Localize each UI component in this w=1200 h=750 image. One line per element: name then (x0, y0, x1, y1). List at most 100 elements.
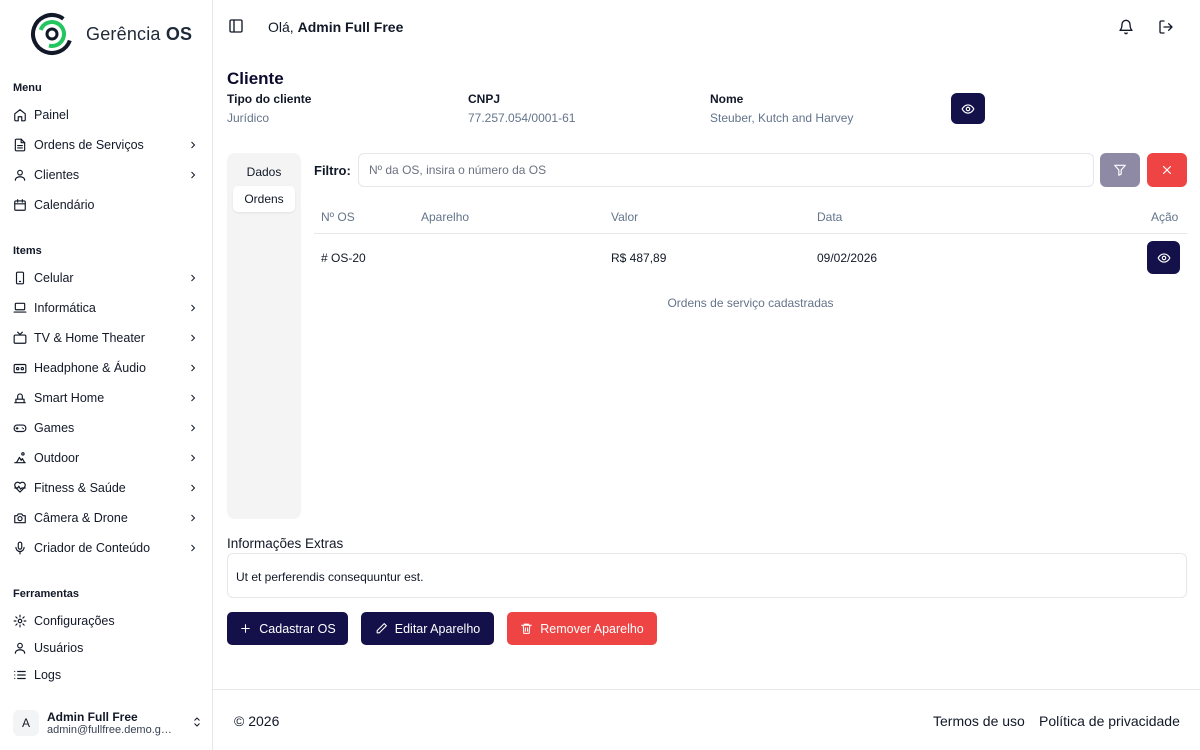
tabs-panel: Dados Ordens (227, 153, 301, 519)
laptop-icon (13, 301, 27, 315)
user-name: Admin Full Free (47, 710, 138, 724)
brand[interactable]: Gerência OS (30, 12, 192, 56)
sidebar-item-label: Games (34, 421, 75, 435)
sidebar-item-label: Celular (34, 271, 74, 285)
heart-pulse-icon (13, 481, 27, 495)
sidebar-item-ordens[interactable]: Ordens de Serviços (13, 133, 199, 157)
sidebar-item-criador[interactable]: Criador de Conteúdo (13, 536, 199, 560)
user-info: Admin Full Free admin@fullfree.demo.ger.… (47, 710, 191, 736)
sidebar-item-painel[interactable]: Painel (13, 103, 199, 127)
tab-ordens[interactable]: Ordens (233, 186, 295, 212)
smartphone-icon (13, 271, 27, 285)
sidebar-item-label: Smart Home (34, 391, 105, 405)
chevron-right-icon (187, 302, 199, 314)
chevron-right-icon (187, 332, 199, 344)
greeting: Olá, Admin Full Free (268, 19, 404, 35)
menu-section-label: Menu (13, 82, 42, 94)
plus-icon (239, 622, 259, 635)
sidebar-item-label: Outdoor (34, 451, 80, 465)
edit-device-button[interactable]: Editar Aparelho (361, 612, 494, 645)
sidebar-item-calendario[interactable]: Calendário (13, 193, 199, 217)
name-label: Nome (710, 92, 744, 106)
view-client-button[interactable] (951, 93, 985, 124)
sidebar-item-camera[interactable]: Câmera & Drone (13, 506, 199, 530)
file-icon (13, 138, 27, 152)
sidebar-item-celular[interactable]: Celular (13, 266, 199, 290)
footer: © 2026 Termos de uso Política de privaci… (213, 689, 1200, 750)
tv-icon (13, 331, 27, 345)
sidebar-item-fitness[interactable]: Fitness & Saúde (13, 476, 199, 500)
chevron-right-icon (187, 542, 199, 554)
terms-link[interactable]: Termos de uso (933, 713, 1025, 729)
calendar-icon (13, 198, 27, 212)
list-icon (13, 668, 27, 682)
sidebar-toggle-icon[interactable] (228, 18, 244, 34)
smart-home-icon (13, 391, 27, 405)
sidebar-item-label: Informática (34, 301, 96, 315)
cnpj-label: CNPJ (468, 92, 501, 106)
name-value: Steuber, Kutch and Harvey (710, 111, 854, 125)
sidebar-item-label: Clientes (34, 168, 80, 182)
sidebar-item-headphone[interactable]: Headphone & Áudio (13, 356, 199, 380)
sidebar-item-clientes[interactable]: Clientes (13, 163, 199, 187)
edit-device-label: Editar Aparelho (394, 621, 481, 636)
filter-icon (1113, 163, 1127, 177)
remove-device-button[interactable]: Remover Aparelho (507, 612, 657, 645)
remove-device-label: Remover Aparelho (540, 621, 644, 636)
page-title: Cliente (227, 69, 284, 88)
logout-icon[interactable] (1158, 19, 1174, 35)
create-os-button[interactable]: Cadastrar OS (227, 612, 348, 645)
search-input[interactable] (358, 153, 1094, 187)
column-header-value: Valor (611, 210, 639, 224)
cell-num[interactable]: # OS-20 (321, 251, 366, 265)
copyright: © 2026 (234, 713, 280, 729)
chevron-right-icon (187, 272, 199, 284)
sidebar-item-label: TV & Home Theater (34, 331, 145, 345)
privacy-link[interactable]: Política de privacidade (1039, 713, 1180, 729)
user-email: admin@fullfree.demo.ger... (47, 724, 177, 736)
sidebar: Gerência OS Menu Painel Ordens de Serviç… (0, 0, 213, 750)
sidebar-item-usuarios[interactable]: Usuários (13, 636, 199, 660)
chevron-right-icon (187, 512, 199, 524)
sidebar-item-label: Painel (34, 108, 69, 122)
create-os-label: Cadastrar OS (259, 621, 336, 636)
table-caption: Ordens de serviço cadastradas (667, 296, 834, 310)
logo-icon (31, 13, 73, 55)
tab-dados[interactable]: Dados (233, 159, 295, 185)
pencil-icon (375, 622, 395, 635)
table-divider (314, 233, 1187, 234)
sidebar-item-logs[interactable]: Logs (13, 663, 199, 687)
chevron-right-icon (187, 392, 199, 404)
sidebar-item-label: Fitness & Saúde (34, 481, 126, 495)
eye-icon (961, 102, 975, 116)
sidebar-item-label: Câmera & Drone (34, 511, 128, 525)
column-header-device: Aparelho (421, 210, 470, 224)
sidebar-item-label: Configurações (34, 614, 115, 628)
sidebar-item-informatica[interactable]: Informática (13, 296, 199, 320)
sidebar-item-label: Calendário (34, 198, 95, 212)
client-type-label: Tipo do cliente (227, 92, 312, 106)
chevron-right-icon (187, 139, 199, 151)
chevron-right-icon (187, 362, 199, 374)
sidebar-item-outdoor[interactable]: Outdoor (13, 446, 199, 470)
user-menu[interactable]: A Admin Full Free admin@fullfree.demo.ge… (13, 708, 203, 738)
chevron-right-icon (187, 422, 199, 434)
gamepad-icon (13, 421, 27, 435)
items-section-label: Items (13, 245, 42, 257)
bell-icon[interactable] (1118, 19, 1134, 35)
sidebar-item-smart-home[interactable]: Smart Home (13, 386, 199, 410)
filter-button[interactable] (1100, 153, 1140, 187)
sidebar-item-tv[interactable]: TV & Home Theater (13, 326, 199, 350)
avatar: A (13, 710, 39, 736)
column-header-action: Ação (1151, 210, 1179, 224)
view-order-button[interactable] (1147, 241, 1180, 274)
speaker-icon (13, 361, 27, 375)
trash-icon (520, 622, 540, 635)
clear-filter-button[interactable] (1147, 153, 1187, 187)
close-icon (1160, 163, 1174, 177)
sidebar-item-configuracoes[interactable]: Configurações (13, 609, 199, 633)
column-header-num: Nº OS (321, 210, 355, 224)
sidebar-item-games[interactable]: Games (13, 416, 199, 440)
sidebar-item-label: Criador de Conteúdo (34, 541, 151, 555)
column-header-date: Data (817, 210, 843, 224)
